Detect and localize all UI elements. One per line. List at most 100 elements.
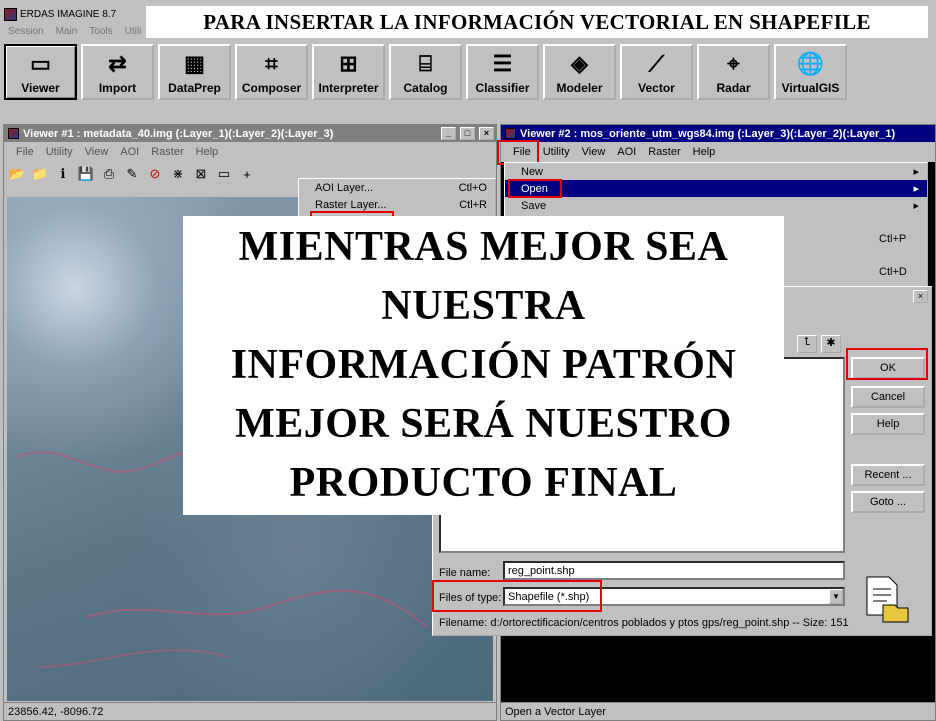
v1-menu-aoi[interactable]: AOI bbox=[114, 146, 145, 158]
dataprep-icon: ▦ bbox=[184, 51, 205, 76]
recent-button[interactable]: Recent ... bbox=[851, 464, 925, 486]
window-logo-icon bbox=[8, 128, 19, 139]
app-title: ERDAS IMAGINE 8.7 bbox=[4, 8, 116, 21]
open-item[interactable]: Open ▸ bbox=[505, 180, 927, 197]
aoi-layer-item[interactable]: AOI Layer... Ctl+O bbox=[299, 179, 495, 196]
overlay-line-3: INFORMACIÓN PATRÓN bbox=[230, 342, 737, 388]
crosshair-icon[interactable]: + bbox=[238, 165, 256, 183]
catalog-label: Catalog bbox=[403, 81, 448, 95]
shortcut-print: Ctl+P bbox=[879, 233, 907, 245]
dataprep-button[interactable]: ▦ DataPrep bbox=[158, 44, 231, 100]
save-icon[interactable]: 💾 bbox=[77, 165, 95, 183]
vector-label: Vector bbox=[638, 81, 675, 95]
ok-highlight bbox=[846, 348, 928, 380]
viewer-1-titlebar[interactable]: Viewer #1 : metadata_40.img (:Layer_1)(:… bbox=[4, 125, 496, 142]
v2-menu-view[interactable]: View bbox=[576, 146, 612, 158]
submenu-arrow-icon: ▸ bbox=[913, 183, 919, 195]
dataprep-label: DataPrep bbox=[168, 81, 221, 95]
eraser-icon[interactable]: ✎ bbox=[123, 165, 141, 183]
radar-icon: ⌖ bbox=[727, 51, 740, 76]
cancel-button[interactable]: Cancel bbox=[851, 386, 925, 408]
viewer-2-titlebar[interactable]: Viewer #2 : mos_oriente_utm_wgs84.img (:… bbox=[501, 125, 935, 142]
submenu-arrow-icon: ▸ bbox=[913, 166, 919, 178]
v1-menu-help[interactable]: Help bbox=[190, 146, 225, 158]
v2-menu-aoi[interactable]: AOI bbox=[611, 146, 642, 158]
composer-button[interactable]: ⌗ Composer bbox=[235, 44, 308, 100]
save-item[interactable]: Save ▸ bbox=[505, 197, 927, 214]
radar-label: Radar bbox=[716, 81, 751, 95]
menu-session[interactable]: Session bbox=[2, 26, 50, 37]
help-button[interactable]: Help bbox=[851, 413, 925, 435]
v1-menu-utility[interactable]: Utility bbox=[40, 146, 79, 158]
goto-button[interactable]: Goto ... bbox=[851, 491, 925, 513]
open-folder-icon[interactable]: 📂 bbox=[8, 165, 26, 183]
close-icon[interactable]: × bbox=[479, 127, 494, 140]
app-title-text: ERDAS IMAGINE 8.7 bbox=[20, 9, 117, 20]
v2-menu-utility[interactable]: Utility bbox=[537, 146, 576, 158]
classifier-icon: ☰ bbox=[492, 51, 513, 76]
v2-menu-raster[interactable]: Raster bbox=[642, 146, 686, 158]
aoi-layer-shortcut: Ctl+O bbox=[458, 181, 487, 194]
measure-icon[interactable]: ▭ bbox=[215, 165, 233, 183]
file-name-label: File name: bbox=[439, 567, 491, 579]
viewer-2-title: Viewer #2 : mos_oriente_utm_wgs84.img (:… bbox=[520, 127, 896, 140]
menu-utilities[interactable]: Utili bbox=[119, 26, 148, 37]
catalog-icon: ⌸ bbox=[418, 51, 433, 76]
zoom-extent-icon[interactable]: ⊠ bbox=[192, 165, 210, 183]
save-label: Save bbox=[521, 199, 547, 212]
chevron-down-icon[interactable]: ▼ bbox=[829, 589, 843, 604]
v1-menu-view[interactable]: View bbox=[79, 146, 115, 158]
document-icon bbox=[866, 576, 909, 623]
dialog-close-icon[interactable]: × bbox=[913, 290, 928, 303]
submenu-arrow-icon: ▸ bbox=[913, 200, 919, 212]
vector-icon: ⟋ bbox=[648, 51, 665, 76]
raster-layer-label: Raster Layer... bbox=[315, 198, 387, 211]
modeler-label: Modeler bbox=[556, 81, 603, 95]
open-highlight bbox=[508, 179, 562, 198]
import-button[interactable]: ⇄ Import bbox=[81, 44, 154, 100]
composer-label: Composer bbox=[241, 81, 302, 95]
app-menubar: Session Main Tools Utili bbox=[2, 26, 147, 37]
overlay-line-5: PRODUCTO FINAL bbox=[289, 460, 678, 506]
main-toolbar: ▭ Viewer ⇄ Import ▦ DataPrep ⌗ Composer ⊞ Int… bbox=[4, 44, 847, 102]
raster-layer-shortcut: Ctl+R bbox=[459, 198, 487, 211]
print-icon[interactable]: ⎙ bbox=[100, 165, 118, 183]
new-folder-icon[interactable]: ✱ bbox=[821, 335, 841, 353]
menu-main[interactable]: Main bbox=[50, 26, 84, 37]
new-item[interactable]: New ▸ bbox=[505, 163, 927, 180]
document-folder-icon bbox=[865, 575, 909, 623]
viewer-1-menubar: File Utility View AOI Raster Help bbox=[4, 142, 496, 162]
info-icon[interactable]: ℹ bbox=[54, 165, 72, 183]
v1-menu-raster[interactable]: Raster bbox=[145, 146, 189, 158]
up-folder-icon[interactable]: ⮤ bbox=[797, 335, 817, 353]
erdas-logo-icon bbox=[4, 8, 17, 21]
classifier-label: Classifier bbox=[475, 81, 530, 95]
new-label: New bbox=[521, 165, 544, 178]
viewer-2-status: Open a Vector Layer bbox=[501, 702, 935, 720]
import-label: Import bbox=[98, 81, 137, 95]
interpreter-label: Interpreter bbox=[318, 81, 379, 95]
v1-menu-file[interactable]: File bbox=[10, 146, 40, 158]
aoi-layer-label: AOI Layer... bbox=[315, 181, 374, 194]
file-name-field[interactable]: reg_point.shp bbox=[503, 561, 845, 580]
banner-title: PARA INSERTAR LA INFORMACIÓN VECTORIAL E… bbox=[146, 6, 928, 38]
v2-menu-help[interactable]: Help bbox=[687, 146, 722, 158]
new-folder-icon[interactable]: 📁 bbox=[31, 165, 49, 183]
window-logo-icon bbox=[505, 128, 516, 139]
modeler-button[interactable]: ◈ Modeler bbox=[543, 44, 616, 100]
menu-tools[interactable]: Tools bbox=[83, 26, 118, 37]
virtualgis-button[interactable]: 🌐 VirtualGIS bbox=[774, 44, 847, 100]
vector-button[interactable]: ⟋ Vector bbox=[620, 44, 693, 100]
fit-icon[interactable]: ⋇ bbox=[169, 165, 187, 183]
radar-button[interactable]: ⌖ Radar bbox=[697, 44, 770, 100]
viewer-button[interactable]: ▭ Viewer bbox=[4, 44, 77, 100]
maximize-icon[interactable]: □ bbox=[460, 127, 475, 140]
interpreter-button[interactable]: ⊞ Interpreter bbox=[312, 44, 385, 100]
viewer-1-status: 23856.42, -8096.72 bbox=[4, 702, 496, 720]
clear-icon[interactable]: ⊘ bbox=[146, 165, 164, 183]
classifier-button[interactable]: ☰ Classifier bbox=[466, 44, 539, 100]
minimize-icon[interactable]: _ bbox=[441, 127, 456, 140]
catalog-button[interactable]: ⌸ Catalog bbox=[389, 44, 462, 100]
shortcut-delete: Ctl+D bbox=[879, 266, 907, 278]
interpreter-icon: ⊞ bbox=[339, 51, 358, 76]
